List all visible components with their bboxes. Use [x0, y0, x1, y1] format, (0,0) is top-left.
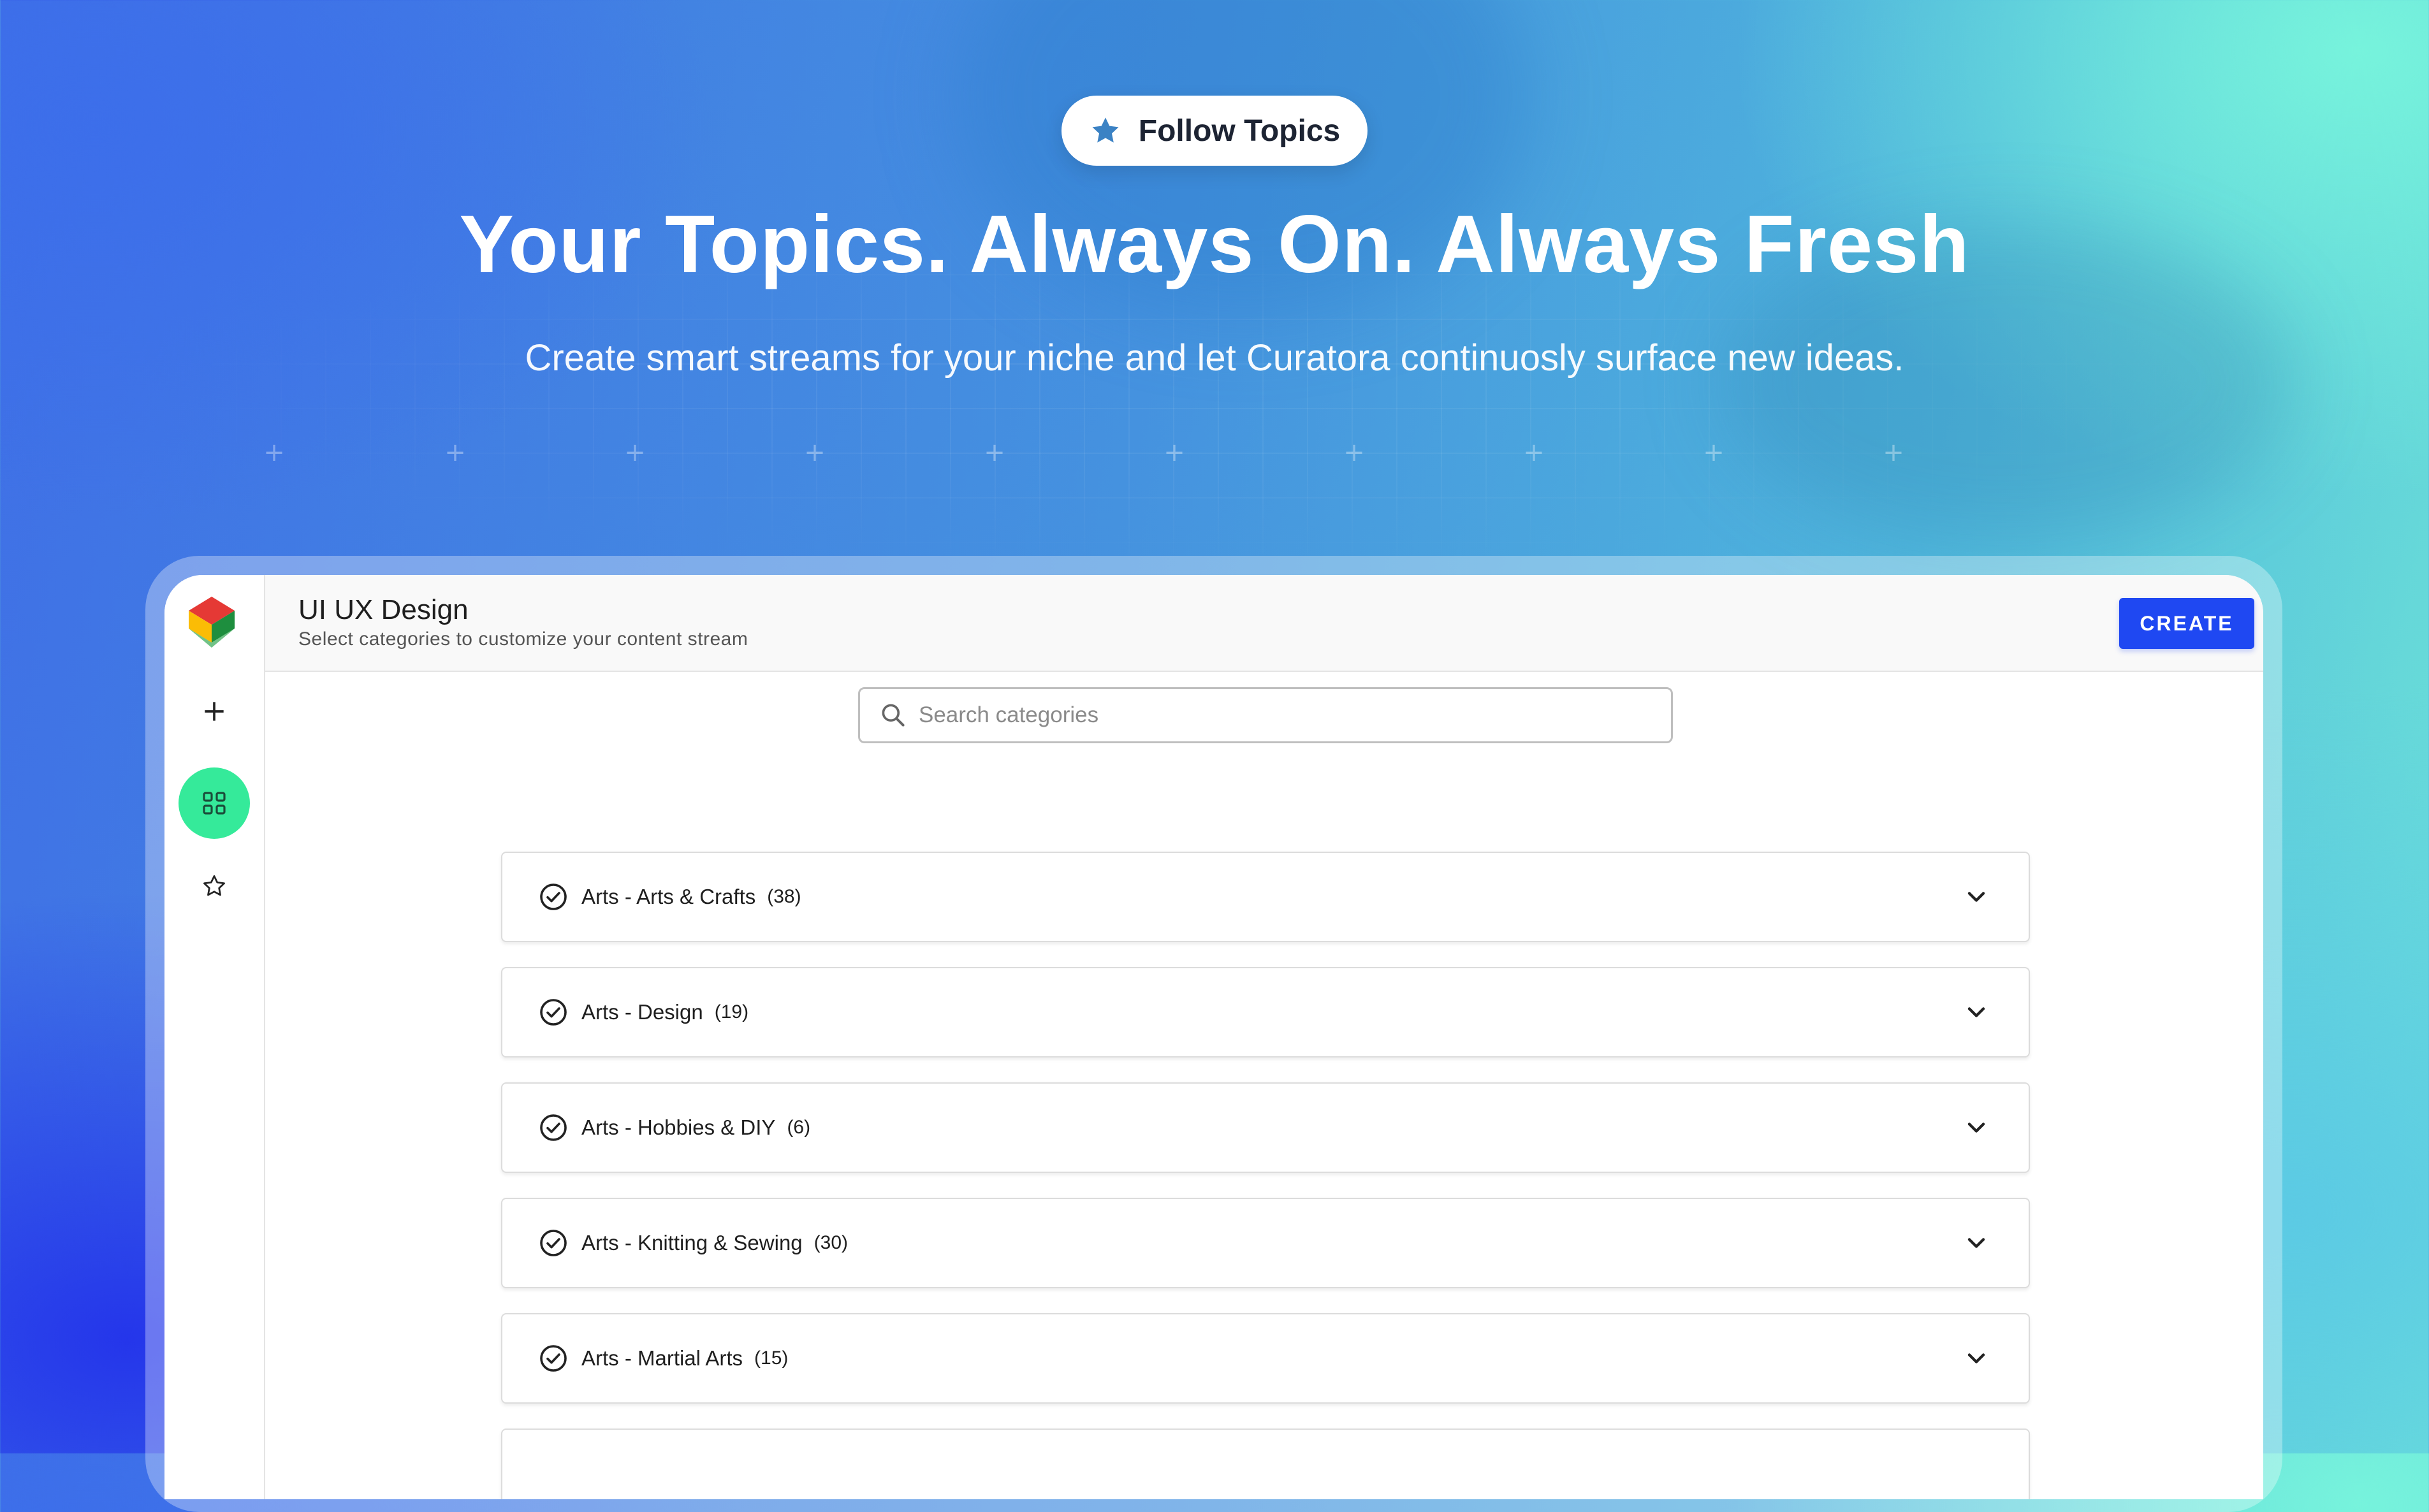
grid-icon: [203, 792, 226, 815]
page-subtitle: Select categories to customize your cont…: [298, 629, 748, 650]
app-logo: [189, 597, 235, 648]
follow-topics-pill: Follow Topics: [1061, 96, 1368, 166]
category-row[interactable]: Arts - Design (19): [501, 967, 2030, 1058]
categories-nav-button[interactable]: [179, 767, 250, 839]
sidebar: [164, 575, 265, 1499]
hero-title: Your Topics. Always On. Always Fresh: [459, 199, 1970, 290]
category-list: Arts - Arts & Crafts (38) Arts - Design …: [501, 852, 2030, 1499]
search-input[interactable]: Search categories: [858, 687, 1673, 743]
category-count: (30): [813, 1232, 849, 1253]
category-row[interactable]: Arts - Martial Arts (15): [501, 1313, 2030, 1404]
check-circle-icon[interactable]: [538, 1343, 569, 1374]
hero-subtitle: Create smart streams for your niche and …: [525, 337, 1904, 379]
category-row[interactable]: Arts - Hobbies & DIY (6): [501, 1082, 2030, 1173]
category-count: (19): [714, 1001, 749, 1022]
category-name: Arts - Martial Arts: [581, 1346, 743, 1370]
create-button[interactable]: CREATE: [2119, 598, 2254, 649]
category-count: (38): [767, 886, 801, 907]
plus-icon: [205, 702, 224, 721]
check-circle-icon[interactable]: [538, 997, 569, 1028]
star-icon: [1092, 117, 1119, 143]
decorative-plus-row: + + + + + + + + + +: [263, 438, 1904, 467]
page-title: UI UX Design: [298, 594, 469, 625]
chevron-down-icon[interactable]: [1962, 1344, 1990, 1372]
search-placeholder: Search categories: [919, 702, 1099, 727]
category-name: Arts - Arts & Crafts: [581, 885, 756, 908]
category-count: (6): [787, 1117, 811, 1138]
page-header: UI UX Design Select categories to custom…: [265, 575, 2263, 672]
pill-label: Follow Topics: [1138, 113, 1341, 148]
category-name: Arts - Knitting & Sewing: [581, 1231, 803, 1254]
category-name: Arts - Design: [581, 1000, 703, 1024]
category-name: Arts - Hobbies & DIY: [581, 1116, 776, 1139]
app-window: UI UX Design Select categories to custom…: [164, 575, 2263, 1499]
favorites-nav-button[interactable]: [179, 850, 250, 922]
category-row[interactable]: Arts - Knitting & Sewing (30): [501, 1198, 2030, 1288]
chevron-down-icon[interactable]: [1962, 998, 1990, 1026]
check-circle-icon[interactable]: [538, 1112, 569, 1143]
search-icon: [882, 704, 905, 727]
chevron-down-icon[interactable]: [1962, 1229, 1990, 1257]
category-count: (15): [754, 1348, 789, 1369]
star-outline-icon: [203, 875, 225, 896]
check-circle-icon[interactable]: [538, 1228, 569, 1258]
chevron-down-icon[interactable]: [1962, 883, 1990, 911]
category-row-partial[interactable]: [501, 1428, 2030, 1499]
category-row[interactable]: Arts - Arts & Crafts (38): [501, 852, 2030, 942]
check-circle-icon[interactable]: [538, 882, 569, 912]
add-button[interactable]: [179, 676, 250, 747]
chevron-down-icon[interactable]: [1962, 1114, 1990, 1142]
